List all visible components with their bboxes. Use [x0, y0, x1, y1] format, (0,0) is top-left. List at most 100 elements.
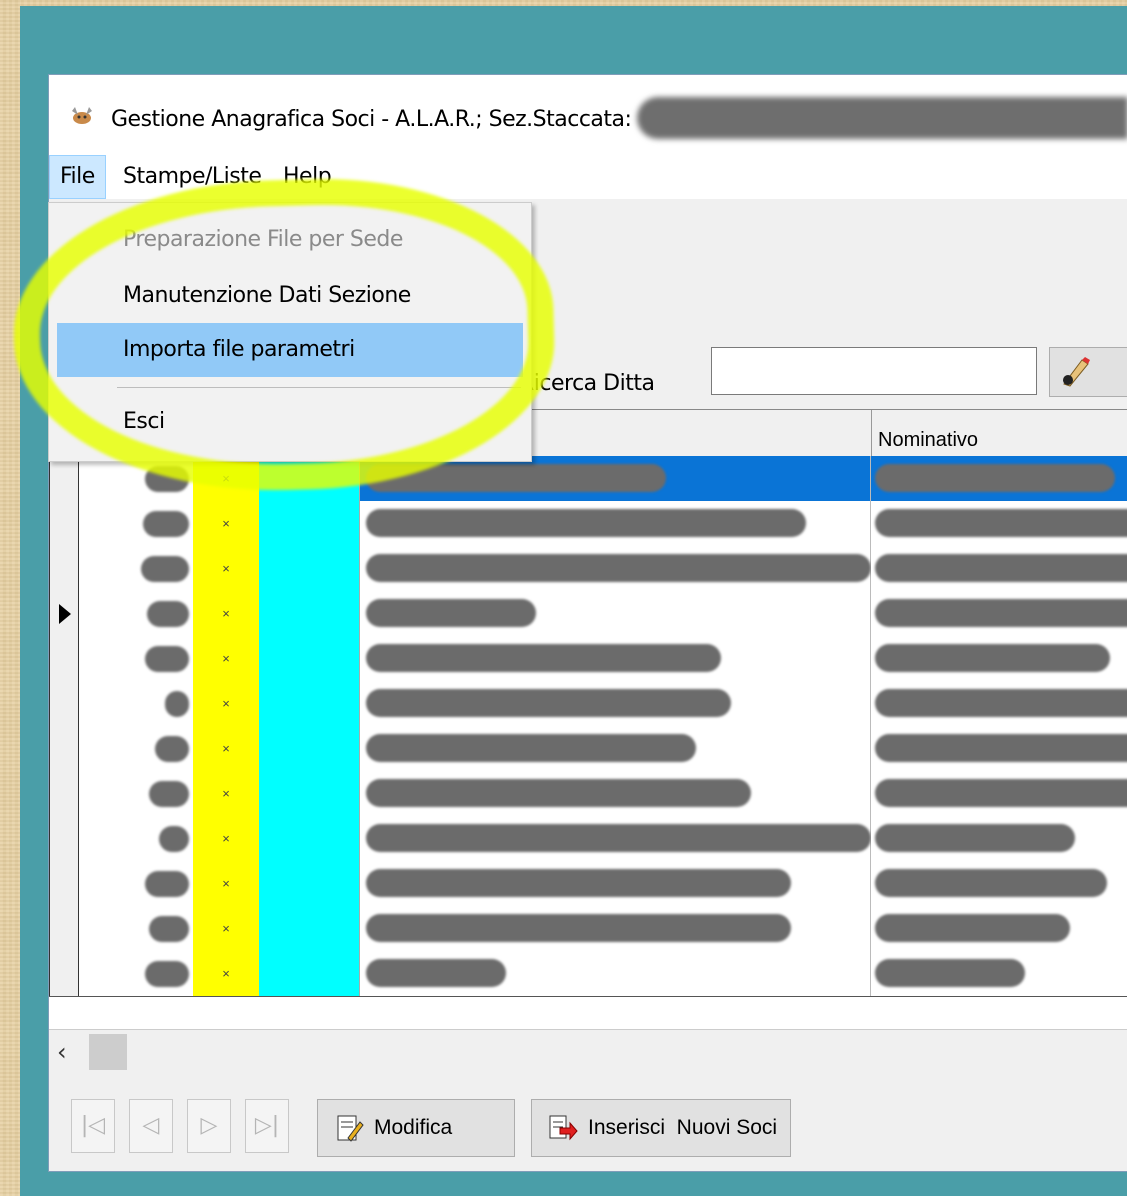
cell-code-redacted[interactable] — [79, 501, 193, 546]
cell-code-redacted[interactable] — [79, 681, 193, 726]
row-indicator[interactable] — [49, 546, 79, 591]
cell-code-redacted[interactable] — [79, 456, 193, 501]
cell-name-redacted[interactable] — [360, 816, 871, 861]
previous-record-button[interactable]: ◁ — [129, 1099, 173, 1153]
table-row[interactable]: × — [49, 951, 1127, 997]
table-row[interactable]: × — [49, 456, 1127, 502]
cell-cyan[interactable] — [259, 636, 360, 681]
next-record-button[interactable]: ▷ — [187, 1099, 231, 1153]
cell-cyan[interactable] — [259, 591, 360, 636]
search-input[interactable] — [711, 347, 1037, 395]
cell-name-redacted[interactable] — [360, 861, 871, 906]
cell-flag[interactable]: × — [193, 546, 259, 591]
cell-nominativo-redacted[interactable] — [871, 771, 1127, 816]
row-indicator[interactable] — [49, 726, 79, 771]
menu-stampe-liste[interactable]: Stampe/Liste — [113, 155, 271, 199]
cell-flag[interactable]: × — [193, 726, 259, 771]
cell-cyan[interactable] — [259, 681, 360, 726]
cell-cyan[interactable] — [259, 771, 360, 816]
cell-name-redacted[interactable] — [360, 501, 871, 546]
cell-name-redacted[interactable] — [360, 546, 871, 591]
title-bar[interactable]: Gestione Anagrafica Soci - A.L.A.R.; Sez… — [49, 75, 1127, 155]
cell-flag[interactable]: × — [193, 636, 259, 681]
row-indicator[interactable] — [49, 906, 79, 951]
first-record-button[interactable]: |◁ — [71, 1099, 115, 1153]
menu-item-importa-file-parametri[interactable]: Importa file parametri — [57, 323, 523, 377]
cell-code-redacted[interactable] — [79, 546, 193, 591]
row-indicator[interactable] — [49, 456, 79, 501]
inserisci-nuovi-soci-button[interactable]: Inserisci Nuovi Soci — [531, 1099, 791, 1157]
scroll-thumb[interactable] — [89, 1034, 127, 1070]
cell-code-redacted[interactable] — [79, 636, 193, 681]
cell-name-redacted[interactable] — [360, 681, 871, 726]
cell-name-redacted[interactable] — [360, 771, 871, 816]
cell-flag[interactable]: × — [193, 906, 259, 951]
cell-flag[interactable]: × — [193, 816, 259, 861]
cell-flag[interactable]: × — [193, 456, 259, 501]
cell-cyan[interactable] — [259, 726, 360, 771]
cell-nominativo-redacted[interactable] — [871, 906, 1127, 951]
row-indicator[interactable] — [49, 681, 79, 726]
cell-cyan[interactable] — [259, 816, 360, 861]
cell-name-redacted[interactable] — [360, 726, 871, 771]
cell-cyan[interactable] — [259, 546, 360, 591]
cell-flag[interactable]: × — [193, 501, 259, 546]
table-row[interactable]: × — [49, 636, 1127, 682]
row-indicator[interactable] — [49, 951, 79, 996]
cell-name-redacted[interactable] — [360, 591, 871, 636]
last-record-button[interactable]: ▷| — [245, 1099, 289, 1153]
cell-name-redacted[interactable] — [360, 951, 871, 996]
cell-nominativo-redacted[interactable] — [871, 546, 1127, 591]
cell-nominativo-redacted[interactable] — [871, 816, 1127, 861]
cell-nominativo-redacted[interactable] — [871, 951, 1127, 996]
table-row[interactable]: × — [49, 501, 1127, 547]
row-indicator[interactable] — [49, 591, 79, 636]
row-indicator[interactable] — [49, 636, 79, 681]
cell-name-redacted[interactable] — [360, 906, 871, 951]
search-button[interactable] — [1049, 347, 1127, 397]
cell-code-redacted[interactable] — [79, 816, 193, 861]
table-row[interactable]: × — [49, 726, 1127, 772]
cell-nominativo-redacted[interactable] — [871, 456, 1127, 501]
cell-flag[interactable]: × — [193, 951, 259, 996]
cell-nominativo-redacted[interactable] — [871, 681, 1127, 726]
table-row[interactable]: × — [49, 681, 1127, 727]
menu-file[interactable]: File — [49, 155, 106, 199]
menu-item-esci[interactable]: Esci — [57, 395, 523, 449]
table-row[interactable]: × — [49, 771, 1127, 817]
row-indicator[interactable] — [49, 771, 79, 816]
cell-cyan[interactable] — [259, 861, 360, 906]
cell-nominativo-redacted[interactable] — [871, 861, 1127, 906]
table-row[interactable]: × — [49, 591, 1127, 637]
column-header-nominativo[interactable]: Nominativo — [871, 410, 1127, 456]
cell-name-redacted[interactable] — [360, 636, 871, 681]
cell-code-redacted[interactable] — [79, 771, 193, 816]
cell-code-redacted[interactable] — [79, 726, 193, 771]
table-row[interactable]: × — [49, 906, 1127, 952]
cell-code-redacted[interactable] — [79, 951, 193, 996]
modifica-button[interactable]: Modifica — [317, 1099, 515, 1157]
cell-code-redacted[interactable] — [79, 906, 193, 951]
menu-item-preparazione-file[interactable]: Preparazione File per Sede — [57, 213, 523, 267]
cell-flag[interactable]: × — [193, 681, 259, 726]
menu-item-manutenzione-dati[interactable]: Manutenzione Dati Sezione — [57, 269, 523, 323]
row-indicator[interactable] — [49, 501, 79, 546]
cell-code-redacted[interactable] — [79, 591, 193, 636]
cell-nominativo-redacted[interactable] — [871, 501, 1127, 546]
cell-name-redacted[interactable] — [360, 456, 871, 501]
table-row[interactable]: × — [49, 816, 1127, 862]
row-indicator[interactable] — [49, 816, 79, 861]
cell-code-redacted[interactable] — [79, 861, 193, 906]
menu-help[interactable]: Help — [273, 155, 341, 199]
horizontal-scrollbar[interactable]: ‹ — [49, 1029, 1127, 1076]
cell-nominativo-redacted[interactable] — [871, 636, 1127, 681]
cell-cyan[interactable] — [259, 501, 360, 546]
cell-flag[interactable]: × — [193, 591, 259, 636]
cell-flag[interactable]: × — [193, 771, 259, 816]
cell-nominativo-redacted[interactable] — [871, 726, 1127, 771]
cell-cyan[interactable] — [259, 906, 360, 951]
cell-cyan[interactable] — [259, 951, 360, 996]
row-indicator[interactable] — [49, 861, 79, 906]
cell-flag[interactable]: × — [193, 861, 259, 906]
cell-cyan[interactable] — [259, 456, 360, 501]
